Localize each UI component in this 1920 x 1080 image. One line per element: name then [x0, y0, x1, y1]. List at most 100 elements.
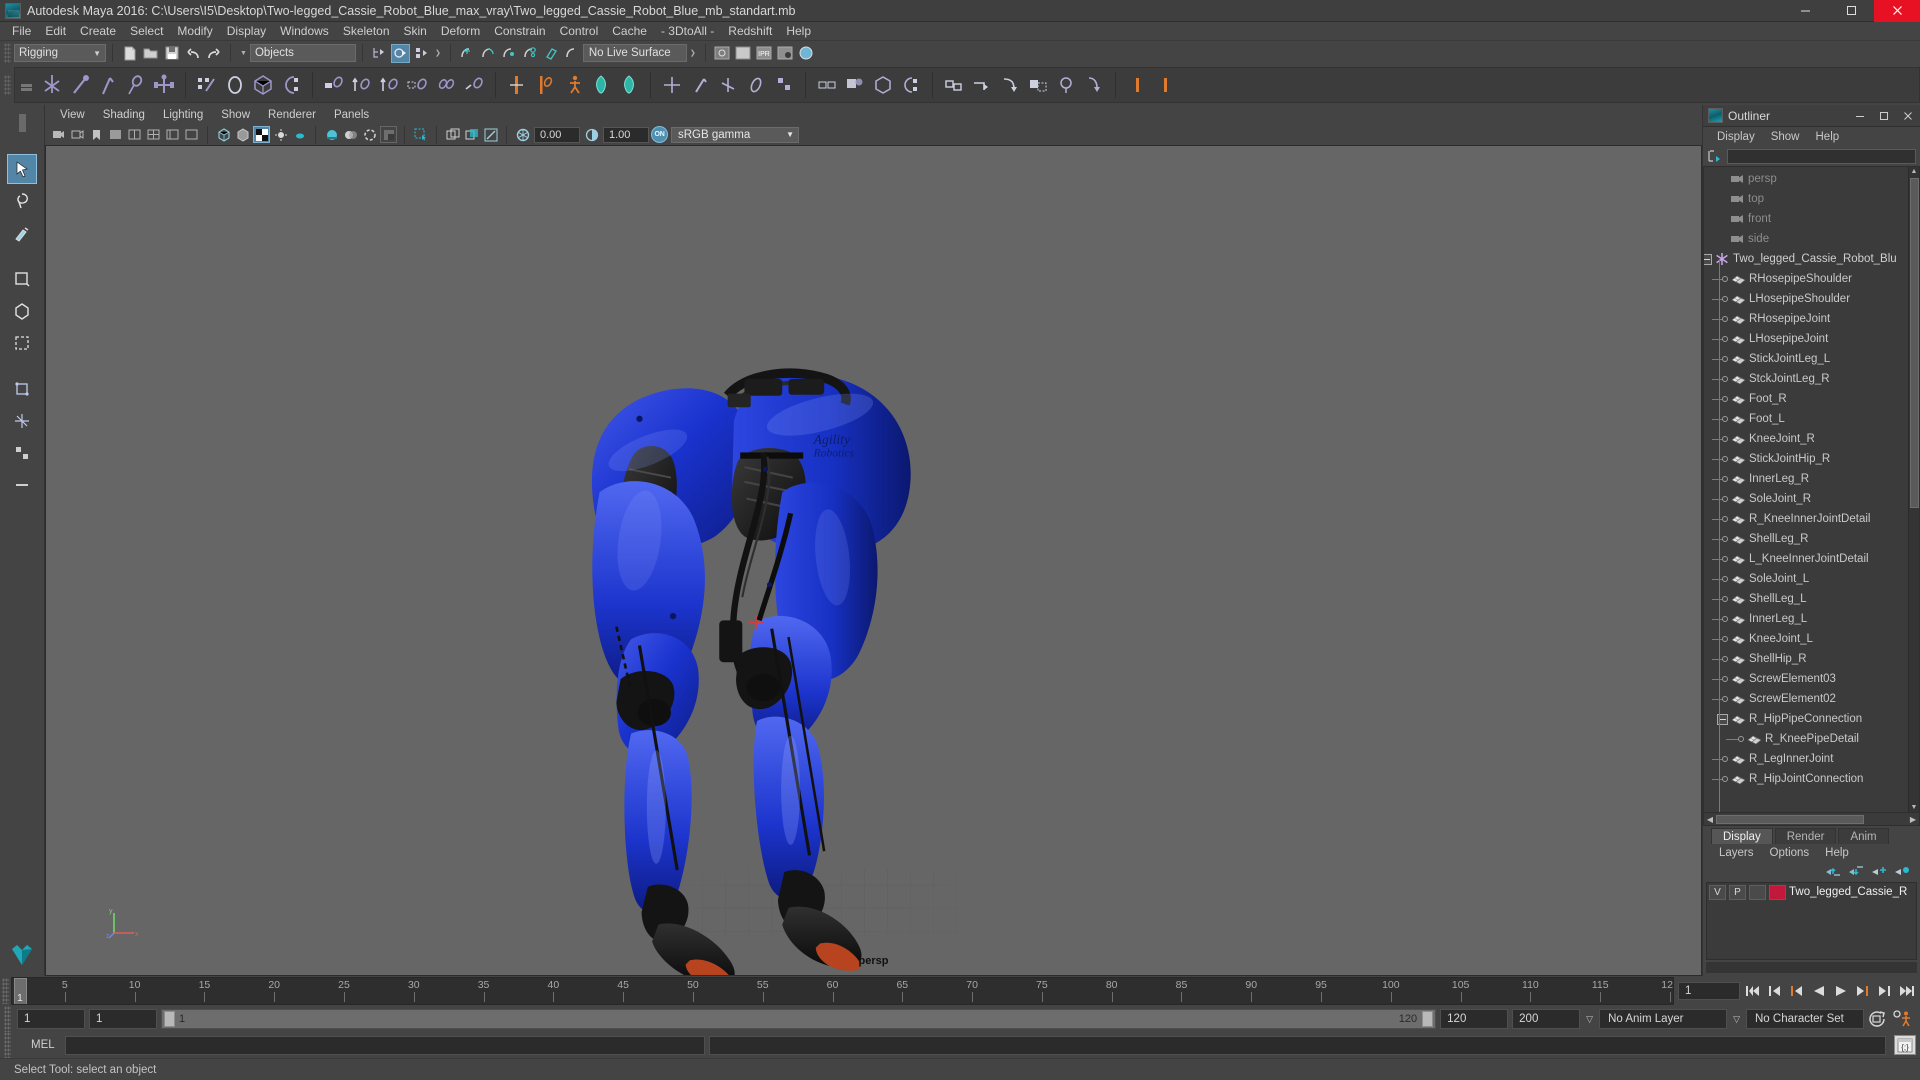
outliner-item[interactable]: SoleJoint_R [1704, 489, 1908, 509]
time-slider[interactable]: 5101520253035404550556065707580859095100… [11, 977, 1674, 1005]
outliner-item[interactable]: front [1704, 209, 1908, 229]
persp-outliner-icon[interactable] [183, 126, 200, 143]
layer-name[interactable]: Two_legged_Cassie_R [1789, 886, 1907, 898]
set-key-icon[interactable] [1123, 70, 1151, 100]
outliner-item[interactable]: LHosepipeShoulder [1704, 289, 1908, 309]
lattice-deformer-icon[interactable] [249, 70, 277, 100]
orient-constraint-icon[interactable] [376, 70, 404, 100]
outliner-item[interactable]: L_KneeInnerJointDetail [1704, 549, 1908, 569]
bookmark-icon[interactable] [88, 126, 105, 143]
play-backwards-icon[interactable] [1809, 982, 1828, 1001]
layer-playback-toggle[interactable]: P [1729, 885, 1746, 900]
outliner-item[interactable]: StckJointLeg_R [1704, 369, 1908, 389]
create-set-icon[interactable] [714, 70, 742, 100]
anim-start-time-field[interactable]: 1 [17, 1009, 85, 1029]
save-scene-icon[interactable] [162, 44, 181, 63]
live-surface-field[interactable]: No Live Surface [583, 44, 687, 62]
outliner-item[interactable]: StickJointLeg_L [1704, 349, 1908, 369]
menu-windows[interactable]: Windows [273, 22, 336, 41]
outliner-hscroll-thumb[interactable] [1716, 815, 1864, 824]
anim-layer-chevron-icon[interactable]: ▽ [1584, 1014, 1595, 1025]
aim-constraint-icon[interactable] [432, 70, 460, 100]
outliner-item[interactable]: RHosepipeShoulder [1704, 269, 1908, 289]
scale-constraint-icon[interactable] [404, 70, 432, 100]
create-ik-handle-icon[interactable] [150, 70, 178, 100]
outliner-item[interactable]: KneeJoint_L [1704, 629, 1908, 649]
play-forwards-icon[interactable] [1831, 982, 1850, 1001]
selection-mask-selector[interactable]: Objects [250, 44, 356, 62]
create-blendshape-icon[interactable] [742, 70, 770, 100]
layer-list[interactable]: V P Two_legged_Cassie_R [1706, 882, 1917, 960]
create-cluster-icon[interactable] [686, 70, 714, 100]
viewport-menu-view[interactable]: View [51, 109, 94, 121]
step-forward-keyframe-icon[interactable] [1875, 982, 1894, 1001]
outliner-search-input[interactable] [1727, 149, 1916, 164]
open-scene-icon[interactable] [141, 44, 160, 63]
anim-end-time-field[interactable]: 200 [1512, 1009, 1580, 1029]
xray-joints-icon[interactable] [463, 126, 480, 143]
bind-skin-icon[interactable] [193, 70, 221, 100]
tab-anim[interactable]: Anim [1838, 828, 1888, 844]
minimize-icon[interactable] [1782, 0, 1828, 22]
outliner-item[interactable]: ShellLeg_R [1704, 529, 1908, 549]
menu-create[interactable]: Create [73, 22, 123, 41]
step-back-keyframe-icon[interactable] [1765, 982, 1784, 1001]
xray-display-icon[interactable] [444, 126, 461, 143]
mask-expand-arrow-icon[interactable]: ❯ [435, 49, 441, 57]
snap-to-curve-icon[interactable] [479, 44, 498, 63]
outliner-vertical-scrollbar[interactable]: ▲ ▼ [1908, 167, 1919, 812]
menu-skeleton[interactable]: Skeleton [336, 22, 397, 41]
scroll-right-arrow-icon[interactable]: ▶ [1907, 814, 1919, 825]
new-scene-icon[interactable] [120, 44, 139, 63]
mirror-joint-icon[interactable] [94, 70, 122, 100]
make-live-icon[interactable] [563, 44, 582, 63]
outliner-item[interactable]: Foot_L [1704, 409, 1908, 429]
menu-display[interactable]: Display [220, 22, 273, 41]
hypershade-icon[interactable] [797, 44, 816, 63]
isolate-select-icon[interactable] [412, 126, 429, 143]
insert-joint-tool-icon[interactable] [66, 70, 94, 100]
menu-cache[interactable]: Cache [605, 22, 654, 41]
shelf-gripper[interactable] [4, 75, 11, 95]
layer-menu-help[interactable]: Help [1817, 847, 1857, 859]
outliner-item[interactable]: R_HipPipeConnection [1704, 709, 1908, 729]
wrap-deformer-icon[interactable] [277, 70, 305, 100]
component-editor-icon[interactable] [897, 70, 925, 100]
move-layer-up-icon[interactable] [1825, 865, 1841, 878]
new-layer-icon[interactable] [1871, 865, 1887, 878]
undo-icon[interactable] [183, 44, 202, 63]
paint-skin-weights-icon[interactable] [221, 70, 249, 100]
outliner-item[interactable]: top [1704, 189, 1908, 209]
menu-set-selector[interactable]: Rigging ▼ [14, 44, 106, 62]
menu-3dtoall[interactable]: - 3DtoAll - [654, 22, 721, 41]
redo-icon[interactable] [204, 44, 223, 63]
outliner-minimize-icon[interactable] [1848, 105, 1872, 127]
scroll-up-arrow-icon[interactable]: ▲ [1911, 167, 1918, 176]
last-tool-used-icon[interactable] [7, 470, 37, 500]
image-plane-icon[interactable] [107, 126, 124, 143]
point-constraint-icon[interactable] [348, 70, 376, 100]
maximize-icon[interactable] [1828, 0, 1874, 22]
render-settings-icon[interactable] [776, 44, 795, 63]
range-slider[interactable]: 1 120 [161, 1009, 1436, 1029]
shadows-icon[interactable] [291, 126, 308, 143]
move-layer-down-icon[interactable] [1848, 865, 1864, 878]
character-controls-icon[interactable] [559, 70, 587, 100]
soft-modification-icon[interactable] [7, 406, 37, 436]
outliner-filter-icon[interactable] [1707, 148, 1723, 164]
shelf-handle-icon[interactable] [19, 68, 34, 102]
outliner-item[interactable]: R_KneeInnerJointDetail [1704, 509, 1908, 529]
wireframe-shading-icon[interactable] [215, 126, 232, 143]
character-set-chevron-icon[interactable]: ▽ [1731, 1014, 1742, 1025]
scroll-down-arrow-icon[interactable]: ▼ [1911, 803, 1918, 812]
freeze-transformations-icon[interactable] [1024, 70, 1052, 100]
snap-to-grid-icon[interactable] [458, 44, 477, 63]
dope-sheet-icon[interactable] [841, 70, 869, 100]
anim-layer-selector[interactable]: No Anim Layer [1599, 1009, 1727, 1029]
smooth-shade-all-icon[interactable] [234, 126, 251, 143]
selection-mask-arrow-icon[interactable]: ▼ [240, 50, 247, 57]
multisample-antialias-icon[interactable] [361, 126, 378, 143]
muscle-system-icon[interactable] [587, 70, 615, 100]
color-management-toggle[interactable]: ON [651, 126, 668, 143]
persp-viewport[interactable]: Agility Robotics [45, 145, 1702, 976]
